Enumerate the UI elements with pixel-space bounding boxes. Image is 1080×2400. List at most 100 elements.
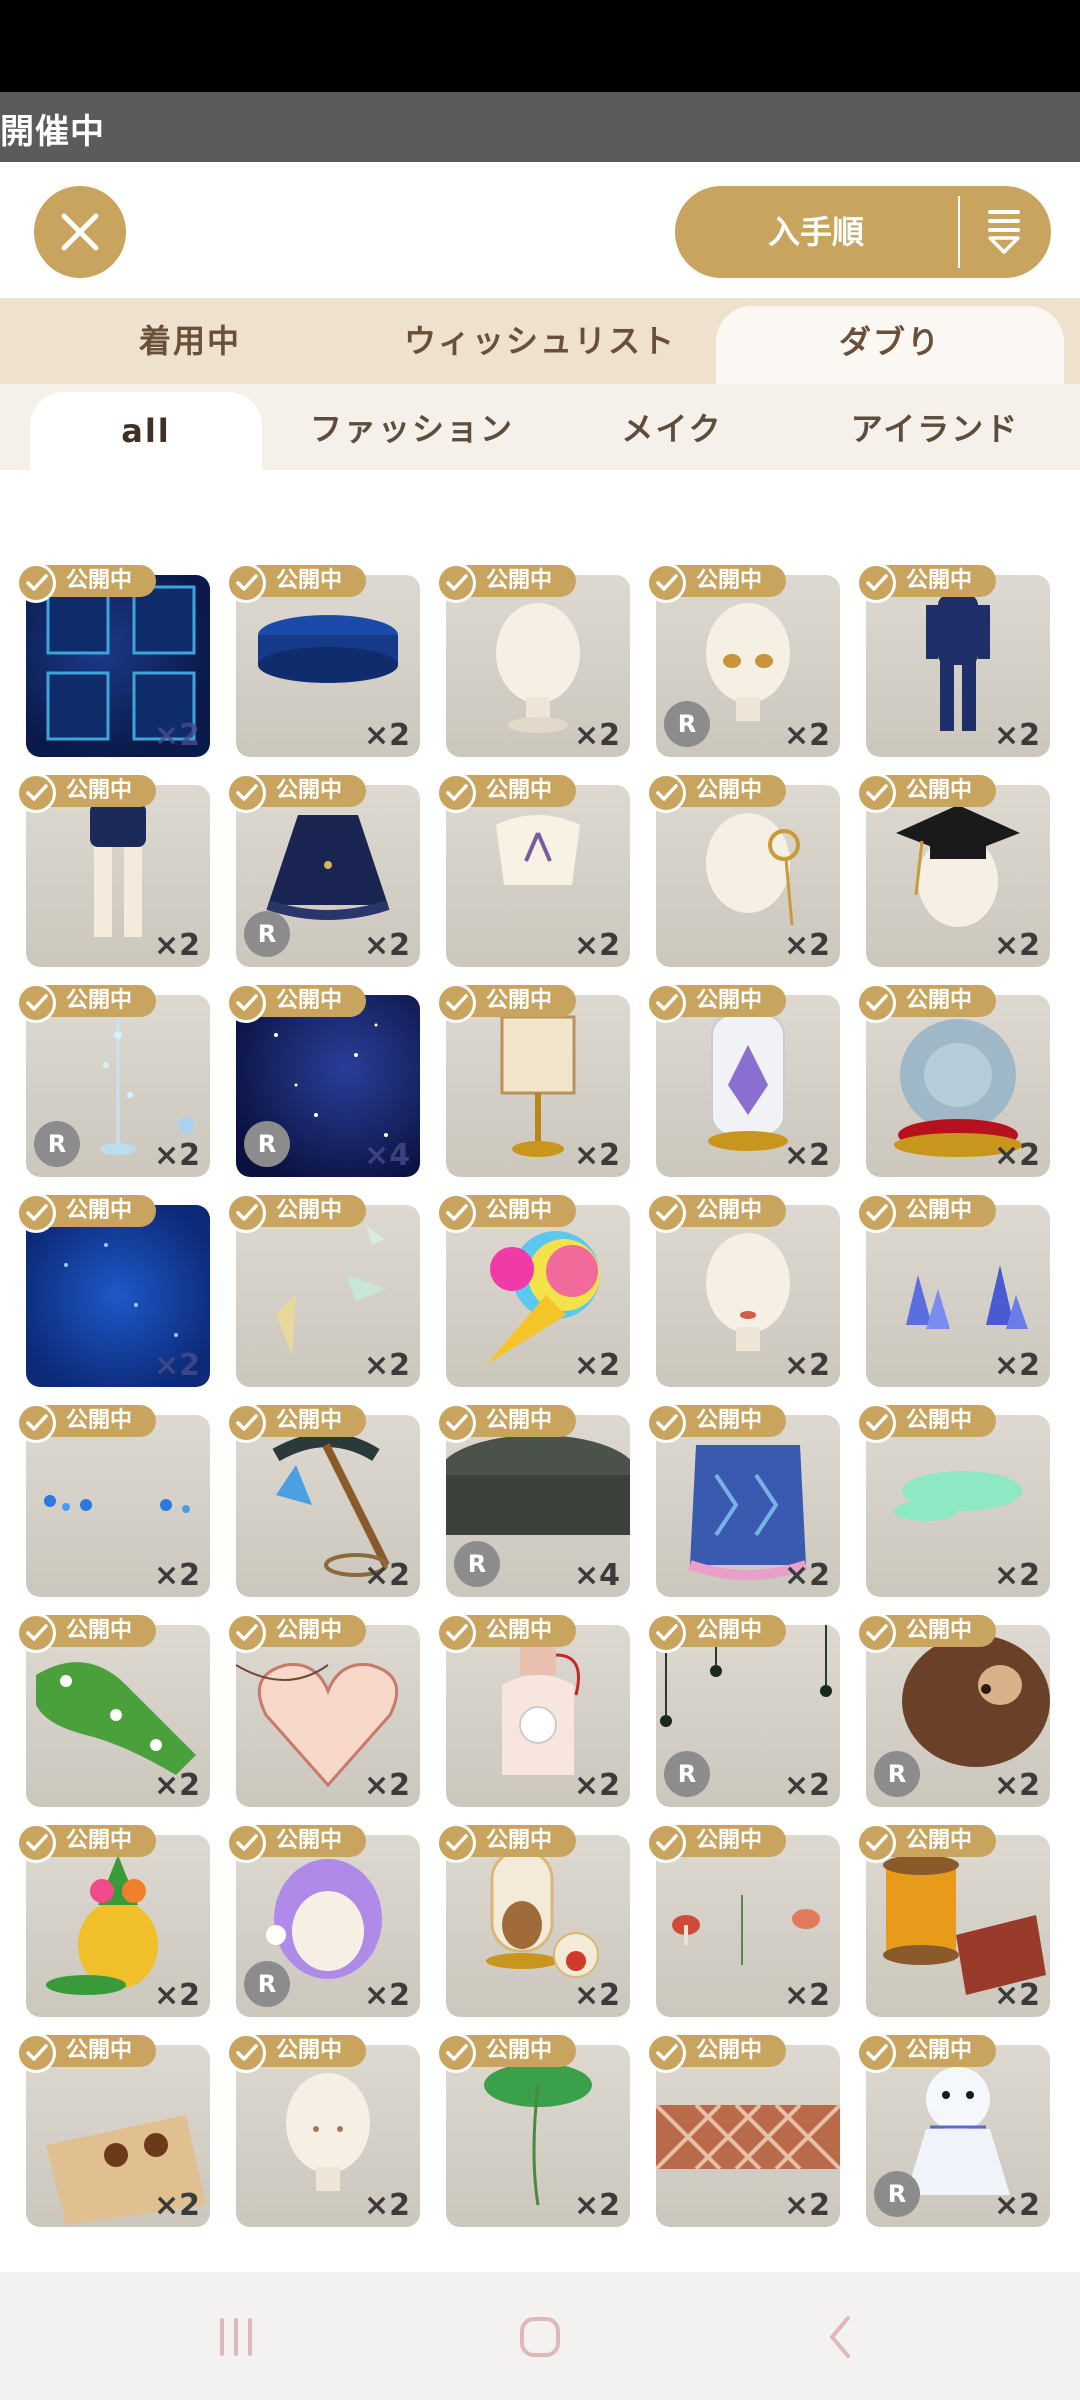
tab-wearing[interactable]: 着用中 [40,298,340,384]
item-card[interactable]: ×2 公開中 [436,1193,630,1387]
item-card[interactable]: ×2 公開中 [436,563,630,757]
item-card[interactable]: ×2 公開中 [436,1613,630,1807]
public-status-badge: 公開中 [856,983,996,1023]
check-icon [646,1193,686,1233]
public-status-label: 公開中 [696,778,763,803]
public-status-badge: 公開中 [856,1403,996,1443]
item-card[interactable]: ×2 公開中 [16,1403,210,1597]
public-status-label: 公開中 [66,778,133,803]
item-card[interactable]: R ×2 公開中 [226,773,420,967]
item-card[interactable]: R ×2 公開中 [856,2033,1050,2227]
check-icon [226,1823,266,1863]
event-banner-text: 開催中 [0,112,105,152]
item-card[interactable]: ×2 公開中 [226,1193,420,1387]
item-card[interactable]: ×2 公開中 [16,563,210,757]
public-status-badge: 公開中 [646,1613,786,1653]
item-card[interactable]: ×2 公開中 [856,563,1050,757]
item-card[interactable]: ×2 公開中 [646,773,840,967]
public-status-badge: 公開中 [226,563,366,603]
public-status-label: 公開中 [696,1408,763,1433]
recent-apps-icon[interactable] [196,2302,276,2372]
item-card[interactable]: ×2 公開中 [856,1403,1050,1597]
rare-badge: R [874,1751,920,1797]
public-status-badge: 公開中 [646,563,786,603]
item-card[interactable]: R ×2 公開中 [646,1613,840,1807]
item-count: ×2 [363,718,410,753]
item-count: ×2 [153,1978,200,2013]
check-icon [226,1193,266,1233]
public-status-badge: 公開中 [436,1823,576,1863]
subtab-island[interactable]: アイランド [800,384,1070,470]
public-status-badge: 公開中 [16,1613,156,1653]
item-card[interactable]: ×2 公開中 [856,1193,1050,1387]
item-card[interactable]: ×2 公開中 [226,1403,420,1597]
subtab-makeup[interactable]: メイク [572,384,772,470]
item-card[interactable]: ×2 公開中 [226,563,420,757]
item-count: ×2 [993,1768,1040,1803]
subtab-fashion[interactable]: ファッション [282,384,542,470]
item-count: ×2 [783,1978,830,2013]
public-status-badge: 公開中 [226,773,366,813]
item-count: ×2 [153,2188,200,2223]
public-status-label: 公開中 [486,1618,553,1643]
item-card[interactable]: R ×2 公開中 [856,1613,1050,1807]
item-count: ×2 [783,928,830,963]
item-card[interactable]: ×2 公開中 [436,2033,630,2227]
public-status-badge: 公開中 [436,1403,576,1443]
item-count: ×2 [363,1348,410,1383]
sort-order-button[interactable]: 入手順 [675,186,1051,278]
item-card[interactable]: ×2 公開中 [646,2033,840,2227]
public-status-badge: 公開中 [16,773,156,813]
rare-badge: R [454,1541,500,1587]
item-card[interactable]: R ×2 公開中 [226,1823,420,2017]
item-count: ×2 [993,1348,1040,1383]
public-status-badge: 公開中 [646,1403,786,1443]
item-count: ×2 [573,1978,620,2013]
item-card[interactable]: ×2 公開中 [226,1613,420,1807]
item-card[interactable]: ×2 公開中 [856,1823,1050,2017]
item-card[interactable]: ×2 公開中 [646,1403,840,1597]
item-card[interactable]: ×2 公開中 [16,1823,210,2017]
item-card[interactable]: ×2 公開中 [16,1193,210,1387]
item-card[interactable]: R ×4 公開中 [226,983,420,1177]
check-icon [16,1823,56,1863]
event-banner[interactable]: 開催中 [0,92,1080,162]
item-card[interactable]: ×2 公開中 [646,983,840,1177]
subtab-all[interactable]: all [30,392,262,470]
public-status-badge: 公開中 [646,1823,786,1863]
back-icon[interactable] [800,2302,880,2372]
item-card[interactable]: ×2 公開中 [16,1613,210,1807]
public-status-badge: 公開中 [226,983,366,1023]
item-card[interactable]: ×2 公開中 [856,983,1050,1177]
item-card[interactable]: ×2 公開中 [226,2033,420,2227]
item-card[interactable]: R ×2 公開中 [646,563,840,757]
public-status-label: 公開中 [696,1198,763,1223]
item-count: ×2 [363,1558,410,1593]
public-status-label: 公開中 [696,988,763,1013]
check-icon [436,1613,476,1653]
item-card[interactable]: ×2 公開中 [16,2033,210,2227]
item-card[interactable]: ×2 公開中 [856,773,1050,967]
item-count: ×2 [363,928,410,963]
subtab-bar: all ファッション メイク アイランド [0,384,1080,470]
item-card[interactable]: ×2 公開中 [436,1823,630,2017]
check-icon [856,983,896,1023]
public-status-badge: 公開中 [646,983,786,1023]
item-card[interactable]: ×2 公開中 [436,983,630,1177]
tab-wishlist[interactable]: ウィッシュリスト [360,298,720,384]
item-card[interactable]: R ×4 公開中 [436,1403,630,1597]
close-button[interactable] [34,186,126,278]
home-icon[interactable] [500,2302,580,2372]
public-status-badge: 公開中 [856,1193,996,1233]
item-card[interactable]: R ×2 公開中 [16,983,210,1177]
item-card[interactable]: ×2 公開中 [436,773,630,967]
item-count: ×2 [153,1768,200,1803]
item-card[interactable]: ×2 公開中 [646,1193,840,1387]
rare-badge: R [244,911,290,957]
check-icon [16,983,56,1023]
item-card[interactable]: ×2 公開中 [16,773,210,967]
tab-duplicates[interactable]: ダブり [716,306,1064,384]
public-status-badge: 公開中 [226,2033,366,2073]
check-icon [856,1613,896,1653]
item-card[interactable]: ×2 公開中 [646,1823,840,2017]
